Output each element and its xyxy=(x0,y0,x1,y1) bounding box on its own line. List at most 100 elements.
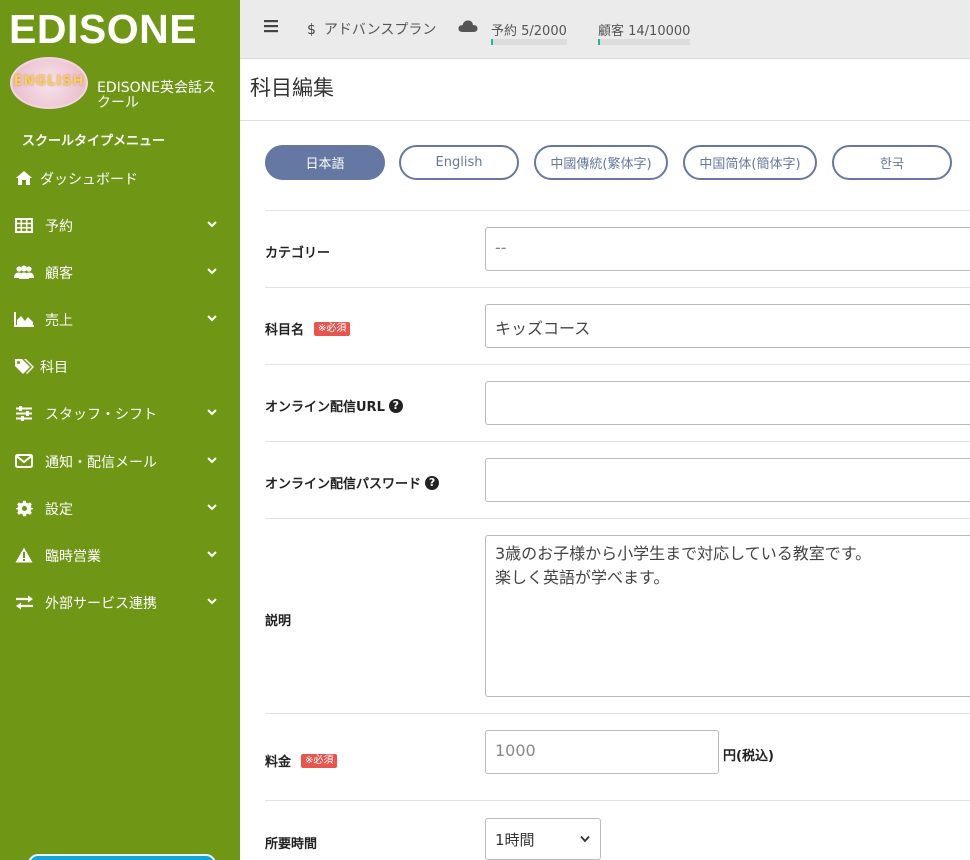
subject-name-value: キッズコース xyxy=(495,319,591,338)
customer-usage-label: 顧客 14/10000 xyxy=(598,24,691,39)
tab-lang-traditional-chinese[interactable]: 中國傳統(繁体字) xyxy=(534,145,668,180)
duration-label: 所要時間 xyxy=(265,833,317,852)
chevron-down-icon xyxy=(207,221,217,228)
sidebar-item-label: 予約 xyxy=(45,219,73,235)
online-password-label: オンライン配信パスワード? xyxy=(265,473,440,492)
reservation-usage-fill xyxy=(491,39,493,45)
tab-lang-korean[interactable]: 한국 xyxy=(832,145,952,180)
fee-unit: 円(税込) xyxy=(723,749,774,764)
hamburger-menu-icon[interactable] xyxy=(264,19,278,33)
tags-icon xyxy=(14,356,34,376)
subject-name-label: 科目名 ※必須 xyxy=(265,319,351,338)
school-name: EDISONE英会話スクール xyxy=(97,80,216,111)
sidebar-item-notification-mail[interactable]: 通知・配信メール xyxy=(0,441,240,481)
plan-name: アドバンスプラン xyxy=(323,22,437,38)
question-circle-icon[interactable]: ? xyxy=(388,398,403,413)
duration-select[interactable]: 1時間 xyxy=(485,818,601,860)
sliders-icon xyxy=(14,403,34,423)
sidebar-item-label: 設定 xyxy=(45,502,73,518)
customer-usage: 顧客 14/10000 xyxy=(598,20,691,45)
description-label-text: 説明 xyxy=(265,614,292,629)
page-title: 科目編集 xyxy=(250,76,334,100)
required-badge: ※必須 xyxy=(301,753,338,768)
sidebar-item-label: 臨時営業 xyxy=(45,549,101,565)
divider xyxy=(265,713,970,714)
required-badge: ※必須 xyxy=(314,321,351,336)
online-password-input[interactable] xyxy=(485,458,970,502)
cloud-icon xyxy=(458,20,478,32)
sidebar: EDISONE ENGLISH EDISONE英会話スクール スクールタイプメニ… xyxy=(0,0,240,860)
online-password-label-text: オンライン配信パスワード xyxy=(265,477,422,492)
sidebar-item-reservations[interactable]: 予約 xyxy=(0,205,240,245)
sidebar-item-settings[interactable]: 設定 xyxy=(0,488,240,528)
top-bar: $ アドバンスプラン 予約 5/2000 顧客 14/10000 xyxy=(240,0,970,59)
tab-lang-simplified-chinese[interactable]: 中国简体(簡体字) xyxy=(683,145,817,180)
online-url-input[interactable] xyxy=(485,381,970,425)
category-select-value: -- xyxy=(495,238,507,257)
sidebar-item-staff-shift[interactable]: スタッフ・シフト xyxy=(0,393,240,433)
sidebar-item-label: 科目 xyxy=(40,360,68,376)
category-label-text: カテゴリー xyxy=(265,246,331,261)
duration-label-text: 所要時間 xyxy=(265,837,318,852)
reservation-usage-bar xyxy=(491,39,567,45)
users-icon xyxy=(14,262,34,282)
exchange-icon xyxy=(14,592,34,612)
divider xyxy=(265,210,970,211)
sidebar-item-subjects[interactable]: 科目 xyxy=(0,346,240,386)
school-avatar: ENGLISH xyxy=(10,57,88,109)
online-url-label-text: オンライン配信URL xyxy=(265,400,385,415)
home-icon xyxy=(14,168,34,188)
sidebar-item-label: ダッシュボード xyxy=(40,172,138,188)
sidebar-item-label: スタッフ・シフト xyxy=(45,407,157,423)
category-label: カテゴリー xyxy=(265,242,330,261)
description-line: 3歳のお子様から小学生まで対応している教室です。 xyxy=(495,544,872,563)
chevron-down-icon xyxy=(207,268,217,275)
fee-input[interactable]: 1000 xyxy=(485,730,719,774)
subject-name-label-text: 科目名 xyxy=(265,323,305,338)
brand-logo[interactable]: EDISONE xyxy=(9,6,197,53)
sidebar-item-dashboard[interactable]: ダッシュボード xyxy=(0,158,240,198)
sidebar-item-sales[interactable]: 売上 xyxy=(0,299,240,339)
reservation-usage-label: 予約 5/2000 xyxy=(491,24,567,39)
category-select[interactable]: -- xyxy=(485,227,970,271)
area-chart-icon xyxy=(14,309,34,329)
sidebar-item-customers[interactable]: 顧客 xyxy=(0,252,240,292)
fee-label: 料金 ※必須 xyxy=(265,751,338,770)
chevron-down-icon xyxy=(207,409,217,416)
divider xyxy=(265,441,970,442)
chevron-down-icon xyxy=(207,504,217,511)
description-label: 説明 xyxy=(265,610,291,629)
subject-name-input[interactable]: キッズコース xyxy=(485,304,970,348)
sidebar-item-label: 売上 xyxy=(45,313,73,329)
menu-section-label: スクールタイプメニュー xyxy=(22,134,166,149)
divider xyxy=(265,287,970,288)
chevron-down-icon xyxy=(207,598,217,605)
chevron-down-icon xyxy=(207,315,217,322)
description-line: 楽しく英語が学べます。 xyxy=(495,568,670,587)
sidebar-item-label: 通知・配信メール xyxy=(45,455,157,471)
chevron-down-icon xyxy=(580,835,590,843)
description-textarea[interactable]: 3歳のお子様から小学生まで対応している教室です。 楽しく英語が学べます。 xyxy=(485,535,970,697)
dollar-icon: $ xyxy=(307,22,316,38)
sidebar-item-temporary-hours[interactable]: 臨時営業 xyxy=(0,535,240,575)
question-circle-icon[interactable]: ? xyxy=(425,475,440,490)
chevron-down-icon xyxy=(207,551,217,558)
sidebar-item-external-services[interactable]: 外部サービス連携 xyxy=(0,582,240,622)
sidebar-bottom-button[interactable] xyxy=(28,854,216,860)
divider xyxy=(265,518,970,519)
divider xyxy=(265,364,970,365)
tab-lang-japanese[interactable]: 日本語 xyxy=(265,145,385,180)
sidebar-item-label: 外部サービス連携 xyxy=(45,596,157,612)
warning-icon xyxy=(14,545,34,565)
fee-value: 1000 xyxy=(495,741,536,760)
customer-usage-fill xyxy=(598,39,600,45)
customer-usage-bar xyxy=(598,39,690,45)
tab-lang-english[interactable]: English xyxy=(399,145,519,180)
divider xyxy=(265,800,970,801)
envelope-icon xyxy=(14,451,34,471)
sidebar-item-label: 顧客 xyxy=(45,266,73,282)
divider xyxy=(240,120,970,121)
table-icon xyxy=(14,215,34,235)
avatar-logo-text: ENGLISH xyxy=(13,74,85,89)
reservation-usage: 予約 5/2000 xyxy=(491,20,567,45)
